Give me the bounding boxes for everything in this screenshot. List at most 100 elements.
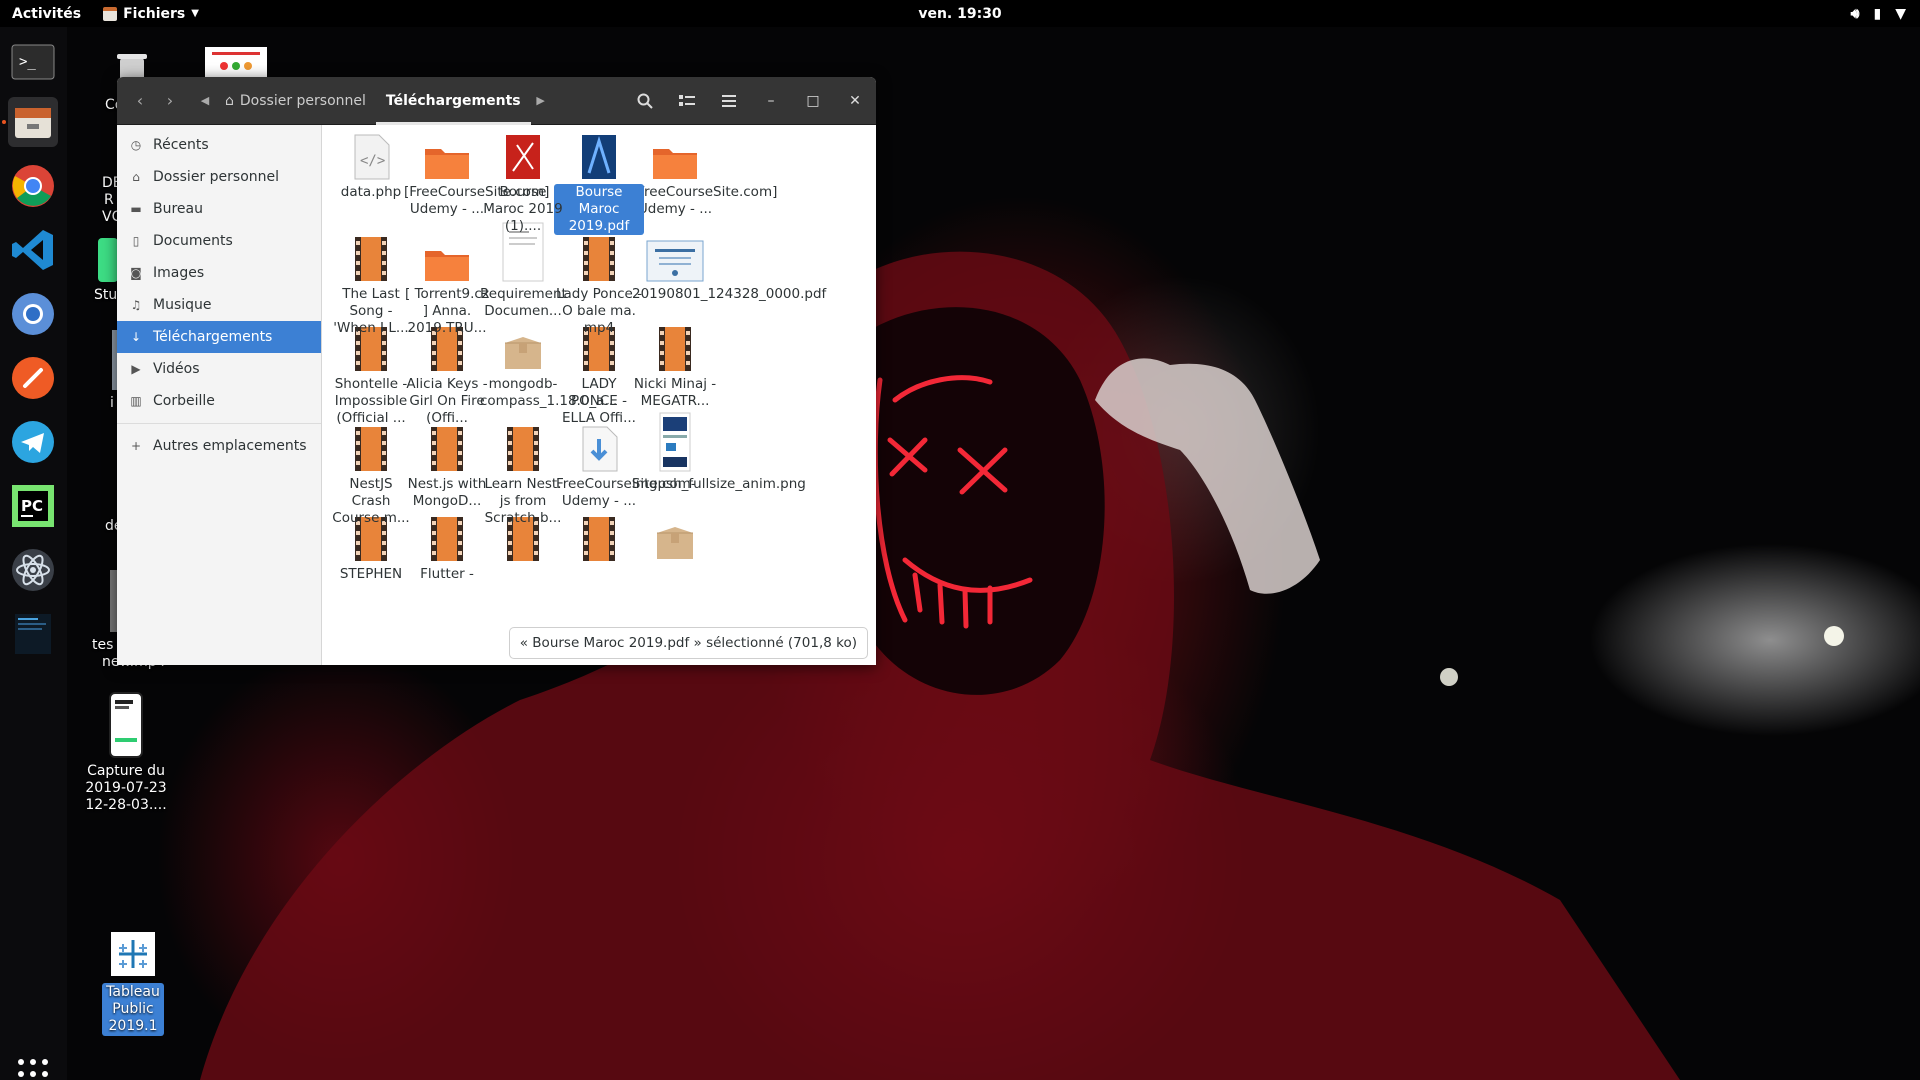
sidebar-item-trash[interactable]: ▥ Corbeille xyxy=(117,385,321,417)
tableau-icon xyxy=(111,932,155,976)
sidebar-item-clock[interactable]: ◷ Récents xyxy=(117,129,321,161)
chevron-left-icon: ‹ xyxy=(136,91,144,110)
sidebar-item-label: Vidéos xyxy=(153,361,200,377)
screenshot-launcher[interactable] xyxy=(8,609,58,659)
top-bar: Activités Fichiers ▼ ven. 19:30 🔊︎ ▮ ▼ xyxy=(0,0,1920,27)
sidebar-item-label: Bureau xyxy=(153,201,203,217)
file-item[interactable]: NestJS Crash Course.m... xyxy=(326,421,416,527)
svg-text:</>: </> xyxy=(360,153,385,169)
breadcrumb-current[interactable]: Téléchargements xyxy=(375,77,531,125)
app-icon xyxy=(98,238,118,282)
pycharm-launcher[interactable]: PC xyxy=(8,481,58,531)
file-name: NestJS Crash Course.m... xyxy=(332,476,410,526)
sidebar-item-camera[interactable]: ◙ Images xyxy=(117,257,321,289)
clock[interactable]: ven. 19:30 xyxy=(0,6,1920,22)
telegram-launcher[interactable] xyxy=(8,417,58,467)
sidebar-item-folder[interactable]: ▬ Bureau xyxy=(117,193,321,225)
hamburger-icon xyxy=(722,95,736,107)
file-name: The Last Song - 'When I L... xyxy=(333,286,409,336)
path-scroll-right-button[interactable]: ▶ xyxy=(531,86,551,116)
header-bar: ‹ › ◀ ⌂ Dossier personnel Téléchargement… xyxy=(117,77,876,125)
files-icon xyxy=(15,108,51,138)
sidebar-item-label: Images xyxy=(153,265,205,281)
postman-launcher[interactable] xyxy=(8,353,58,403)
screenshot-thumbnail-icon xyxy=(15,614,51,654)
sidebar-item-download[interactable]: ↓ Téléchargements xyxy=(117,321,321,353)
code-file-icon: </> xyxy=(326,129,416,181)
places-sidebar: ◷ Récents ⌂ Dossier personnel ▬ Bureau ▯ Docume… xyxy=(117,125,322,665)
image-thumbnail-icon xyxy=(205,47,267,77)
volume-icon: 🔊︎ xyxy=(1850,5,1860,22)
breadcrumb-home-label: Dossier personnel xyxy=(239,92,366,109)
plus-icon: + xyxy=(130,439,142,453)
desktop-tableau-label: Tableau Public 2019.1 xyxy=(102,983,164,1036)
triangle-left-icon: ◀ xyxy=(200,94,210,107)
desktop-tableau-launcher[interactable]: Tableau Public 2019.1 xyxy=(88,930,178,1036)
system-tray[interactable]: 🔊︎ ▮ ▼ xyxy=(1851,0,1906,27)
svg-text:PC: PC xyxy=(21,497,43,515)
sidebar-item-music[interactable]: ♫ Musique xyxy=(117,289,321,321)
sidebar-item-video[interactable]: ▶ Vidéos xyxy=(117,353,321,385)
back-button[interactable]: ‹ xyxy=(125,86,155,116)
chevron-right-icon: › xyxy=(166,91,174,110)
file-name: STEPHEN xyxy=(339,566,403,582)
sidebar-item-label: Musique xyxy=(153,297,212,313)
search-icon xyxy=(637,93,653,109)
view-toggle-button[interactable] xyxy=(666,86,708,116)
header-actions: – □ ✕ xyxy=(624,77,876,125)
file-name: data.php xyxy=(340,184,402,200)
menu-button[interactable] xyxy=(708,86,750,116)
grid-dot-icon xyxy=(30,1071,36,1077)
desktop-capture-label: Capture du 2019-07-23 12-28-03.... xyxy=(85,763,167,813)
file-item[interactable]: The Last Song - 'When I L... xyxy=(326,231,416,337)
app-menu-label: Fichiers xyxy=(123,5,186,22)
sidebar-item-label: Documents xyxy=(153,233,233,249)
maximize-button[interactable]: □ xyxy=(792,77,834,125)
sidebar-item-home[interactable]: ⌂ Dossier personnel xyxy=(117,161,321,193)
grid-dot-icon xyxy=(18,1071,24,1077)
minimize-icon: – xyxy=(767,93,775,109)
file-grid: Flutter - STEPHEN imgpsh_fullsize_anim.png… xyxy=(322,125,876,665)
grid-dot-icon xyxy=(30,1059,36,1065)
telegram-icon xyxy=(12,421,54,463)
forward-button[interactable]: › xyxy=(155,86,185,116)
chevron-down-icon: ▼ xyxy=(191,8,199,19)
atom-launcher[interactable] xyxy=(8,545,58,595)
atom-icon xyxy=(12,549,54,591)
video-icon: ▶ xyxy=(131,362,141,376)
sidebar-item-other-locations[interactable]: + Autres emplacements xyxy=(117,430,321,462)
maximize-icon: □ xyxy=(806,93,820,109)
file-item[interactable]: </> data.php xyxy=(326,129,416,201)
chromium-launcher[interactable] xyxy=(8,289,58,339)
home-icon: ⌂ xyxy=(132,170,140,184)
status-text: « Bourse Maroc 2019.pdf » sélectionné (7… xyxy=(519,635,857,651)
chrome-launcher[interactable] xyxy=(8,161,58,211)
close-button[interactable]: ✕ xyxy=(834,77,876,125)
chrome-icon xyxy=(12,165,54,207)
file-name: Shontelle - Impossible (Official ... xyxy=(334,376,408,426)
terminal-launcher[interactable]: >_ xyxy=(8,37,58,87)
path-scroll-left-button[interactable]: ◀ xyxy=(195,86,215,116)
phone-screenshot-icon xyxy=(109,692,143,758)
trash-icon: ▥ xyxy=(130,394,142,408)
clock-icon: ◷ xyxy=(130,138,142,152)
sidebar-item-document[interactable]: ▯ Documents xyxy=(117,225,321,257)
grid-dot-icon xyxy=(18,1059,24,1065)
vscode-launcher[interactable] xyxy=(8,225,58,275)
show-applications-button[interactable] xyxy=(18,1059,48,1080)
dock: >_ PC xyxy=(0,27,67,1080)
breadcrumb-home[interactable]: ⌂ Dossier personnel xyxy=(215,77,376,125)
minimize-button[interactable]: – xyxy=(750,77,792,125)
activities-button[interactable]: Activités xyxy=(12,6,81,22)
files-app-icon xyxy=(103,6,118,21)
video-file-icon xyxy=(326,231,416,283)
chromium-icon xyxy=(12,293,54,335)
document-icon: ▯ xyxy=(132,234,140,248)
desktop-capture-file[interactable]: Capture du 2019-07-23 12-28-03.... xyxy=(81,692,171,814)
close-icon: ✕ xyxy=(849,93,861,109)
search-button[interactable] xyxy=(624,86,666,116)
system-menu-chevron-icon: ▼ xyxy=(1895,5,1906,22)
app-menu[interactable]: Fichiers ▼ xyxy=(103,6,199,22)
files-launcher[interactable] xyxy=(2,97,58,147)
terminal-icon: >_ xyxy=(11,44,55,80)
